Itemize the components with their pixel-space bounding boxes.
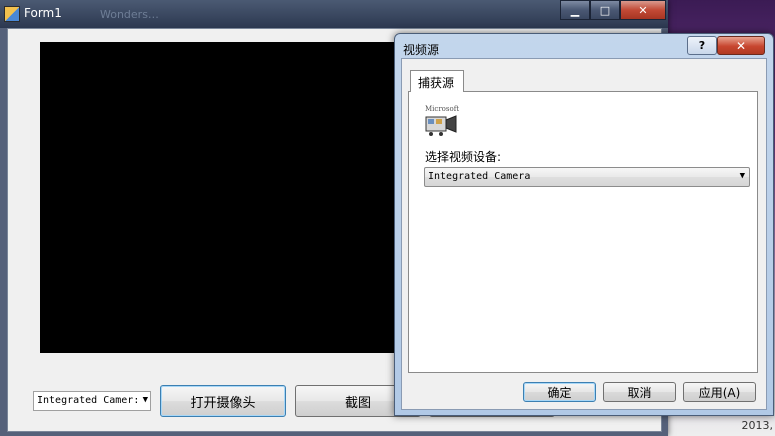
- tab-panel: Microsoft 选择视频设备: Integrated Camera ▼: [408, 91, 758, 373]
- device-select[interactable]: Integrated Camera ▼: [424, 167, 750, 187]
- close-button[interactable]: ✕: [620, 0, 666, 20]
- dialog-title: 视频源: [403, 43, 440, 57]
- dropdown-arrow-icon: ▼: [739, 171, 745, 181]
- dropdown-arrow-icon: ▼: [142, 395, 148, 405]
- desktop-date-fragment: 2013,: [741, 419, 774, 432]
- dialog-client-area: 捕获源 Microsoft 选择视频设备: Integrated Camera …: [401, 58, 767, 410]
- microsoft-camera-logo: Microsoft: [425, 105, 465, 139]
- open-camera-button[interactable]: 打开摄像头: [160, 385, 286, 417]
- background-window-title: Wonders…: [100, 8, 159, 21]
- logo-text: Microsoft: [425, 105, 460, 113]
- video-preview: [40, 42, 397, 353]
- dialog-close-button[interactable]: ✕: [717, 36, 765, 55]
- tab-capture-source[interactable]: 捕获源: [410, 70, 464, 92]
- app-icon: [4, 6, 20, 22]
- device-select-value: Integrated Camera: [428, 171, 531, 182]
- caption-buttons: ▁ □ ✕: [560, 0, 666, 20]
- camera-select-value: Integrated Camer:: [37, 395, 140, 406]
- camera-select[interactable]: Integrated Camer: ▼: [33, 391, 151, 411]
- form1-titlebar[interactable]: Form1 Wonders… ▁ □ ✕: [0, 0, 668, 28]
- device-label: 选择视频设备:: [425, 150, 502, 164]
- minimize-button[interactable]: ▁: [560, 0, 590, 20]
- help-button[interactable]: ?: [687, 36, 717, 55]
- cancel-button[interactable]: 取消: [603, 382, 676, 402]
- video-source-dialog: 视频源 ? ✕ 捕获源 Microsoft 选择视频设备: Integrated…: [394, 33, 774, 416]
- maximize-button[interactable]: □: [590, 0, 620, 20]
- ok-button[interactable]: 确定: [523, 382, 596, 402]
- camera-icon: [425, 115, 457, 136]
- window-title: Form1: [24, 6, 62, 20]
- apply-button[interactable]: 应用(A): [683, 382, 756, 402]
